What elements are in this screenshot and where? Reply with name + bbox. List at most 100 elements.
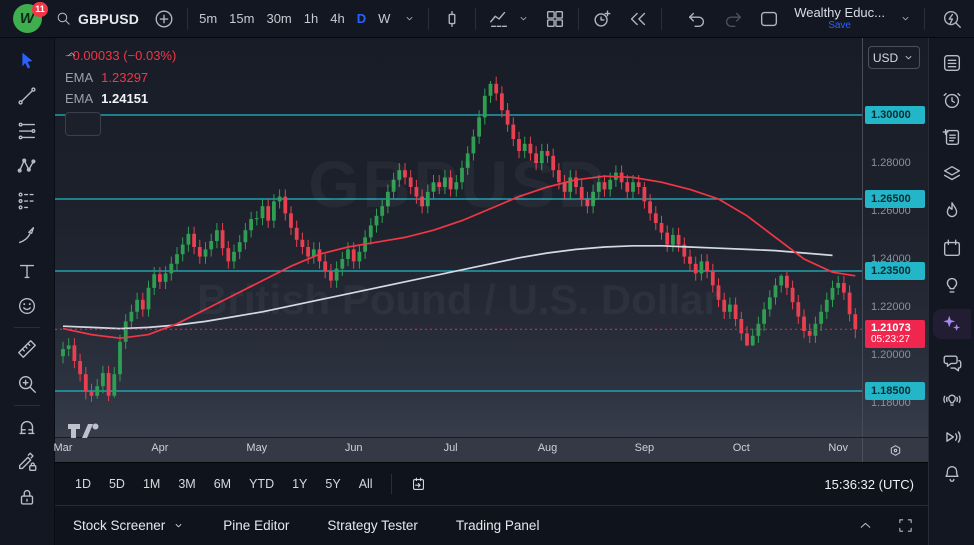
ema-slow-value: 1.24151 xyxy=(101,91,148,106)
bottom-toolbar: Stock Screener Pine Editor Strategy Tester… xyxy=(55,505,928,545)
range-5d[interactable]: 5D xyxy=(101,473,133,495)
zoom-in-icon xyxy=(16,373,38,395)
bottom-tab-strategy-tester[interactable]: Strategy Tester xyxy=(327,518,418,533)
play-waves-icon xyxy=(941,426,963,448)
timeframe-menu-button[interactable] xyxy=(396,4,423,34)
account-menu-button[interactable]: W 11 xyxy=(6,2,48,36)
undo-button[interactable] xyxy=(679,4,715,34)
brush-tool-button[interactable] xyxy=(10,222,44,250)
ideas-button[interactable] xyxy=(935,272,969,298)
bottom-tab-trading-panel[interactable]: Trading Panel xyxy=(456,518,540,533)
ema-slow-legend-row[interactable]: EMA 1.24151 xyxy=(65,91,176,106)
notifications-button[interactable] xyxy=(935,461,969,487)
quick-search-button[interactable] xyxy=(930,4,974,34)
range-all[interactable]: All xyxy=(351,473,381,495)
axis-month-label: Oct xyxy=(733,442,750,454)
indicators-icon xyxy=(488,8,510,30)
range-5y[interactable]: 5Y xyxy=(317,473,348,495)
redo-button[interactable] xyxy=(715,4,751,34)
chat-button[interactable] xyxy=(935,350,969,376)
object-tree-button[interactable] xyxy=(935,161,969,187)
search-icon xyxy=(55,10,72,27)
axis-month-label: Mar xyxy=(54,442,73,454)
bottom-tab-label: Pine Editor xyxy=(223,518,289,533)
compare-add-symbol-button[interactable] xyxy=(146,4,182,34)
zoom-in-tool-button[interactable] xyxy=(10,370,44,398)
measure-tool-button[interactable] xyxy=(10,335,44,363)
ai-sparkles-icon xyxy=(941,313,963,335)
hotlists-button[interactable] xyxy=(935,198,969,224)
drawing-mode-lock-button[interactable] xyxy=(10,448,44,476)
ai-assistant-button[interactable] xyxy=(933,309,971,339)
magnet-icon xyxy=(16,416,38,438)
layout-menu-button[interactable] xyxy=(892,4,919,34)
lock-icon xyxy=(16,486,38,508)
alerts-button[interactable] xyxy=(935,87,969,113)
ema-label: EMA xyxy=(65,91,93,106)
time-axis[interactable]: MarAprMayJunJulAugSepOctNov xyxy=(55,437,928,462)
symbol-search-button[interactable]: GBPUSD xyxy=(48,4,146,34)
lock-all-drawings-button[interactable] xyxy=(10,483,44,511)
pattern-tool-button[interactable] xyxy=(10,152,44,180)
go-to-date-button[interactable] xyxy=(402,472,435,497)
currency-label: USD xyxy=(873,51,898,65)
level-price-label: 1.30000 xyxy=(865,106,925,124)
chart-settings-button[interactable] xyxy=(882,440,910,460)
gear-icon xyxy=(887,442,904,459)
bottom-tab-label: Strategy Tester xyxy=(327,518,418,533)
ema-fast-legend-row[interactable]: EMA 1.23297 xyxy=(65,70,176,85)
layout-name-button[interactable]: Wealthy Educ... Save xyxy=(787,4,892,34)
timeframe-w[interactable]: W xyxy=(372,4,396,34)
candlestick-icon xyxy=(441,8,463,30)
bottom-tab-label: Stock Screener xyxy=(73,518,165,533)
cursor-tool-button[interactable] xyxy=(10,47,44,75)
live-ideas-button[interactable] xyxy=(935,387,969,413)
chart-style-button[interactable] xyxy=(434,4,470,34)
layout-grid-button[interactable] xyxy=(537,4,573,34)
calendar-go-icon xyxy=(410,476,427,493)
range-1d[interactable]: 1D xyxy=(67,473,99,495)
notes-plus-icon xyxy=(941,126,963,148)
range-6m[interactable]: 6M xyxy=(206,473,239,495)
panel-expand-button[interactable] xyxy=(852,512,878,540)
indicators-menu-button[interactable] xyxy=(517,4,537,34)
magnet-mode-button[interactable] xyxy=(10,413,44,441)
bottom-tab-stock-screener[interactable]: Stock Screener xyxy=(73,518,185,533)
level-price-label: 1.26500 xyxy=(865,190,925,208)
price-scale[interactable]: USD 1.280001.260001.240001.220001.200001… xyxy=(862,38,928,437)
emoji-tool-button[interactable] xyxy=(10,292,44,320)
create-alert-button[interactable] xyxy=(584,4,620,34)
range-1y[interactable]: 1Y xyxy=(284,473,315,495)
range-1m[interactable]: 1M xyxy=(135,473,168,495)
currency-toggle-button[interactable]: USD xyxy=(868,46,920,69)
text-tool-button[interactable] xyxy=(10,257,44,285)
fib-retracement-tool-button[interactable] xyxy=(10,117,44,145)
bottom-tab-pine-editor[interactable]: Pine Editor xyxy=(223,518,289,533)
timeframe-4h[interactable]: 4h xyxy=(324,4,350,34)
axis-corner-cell xyxy=(862,438,928,462)
watchlist-button[interactable] xyxy=(935,50,969,76)
range-ytd[interactable]: YTD xyxy=(241,473,282,495)
trend-line-tool-button[interactable] xyxy=(10,82,44,110)
timeframe-30m[interactable]: 30m xyxy=(260,4,297,34)
timeframe-d[interactable]: D xyxy=(351,4,372,34)
range-3m[interactable]: 3M xyxy=(170,473,203,495)
streams-button[interactable] xyxy=(935,424,969,450)
legend-collapse-button[interactable] xyxy=(65,112,101,136)
alarm-clock-icon xyxy=(941,89,963,111)
indicators-button[interactable] xyxy=(481,4,517,34)
timeframe-15m[interactable]: 15m xyxy=(223,4,260,34)
news-button[interactable] xyxy=(935,124,969,150)
axis-month-label: Apr xyxy=(151,442,168,454)
ema-fast-value: 1.23297 xyxy=(101,70,148,85)
calendar-button[interactable] xyxy=(935,235,969,261)
timeframe-5m[interactable]: 5m xyxy=(193,4,223,34)
toolbar-divider xyxy=(475,8,476,30)
bar-replay-button[interactable] xyxy=(620,4,656,34)
clock-label[interactable]: 15:36:32 (UTC) xyxy=(824,477,918,492)
fullscreen-button[interactable] xyxy=(892,512,918,540)
save-layout-button[interactable] xyxy=(751,4,787,34)
forecast-tool-button[interactable] xyxy=(10,187,44,215)
timeframe-1h[interactable]: 1h xyxy=(298,4,324,34)
time-axis-labels: MarAprMayJunJulAugSepOctNov xyxy=(55,438,862,462)
